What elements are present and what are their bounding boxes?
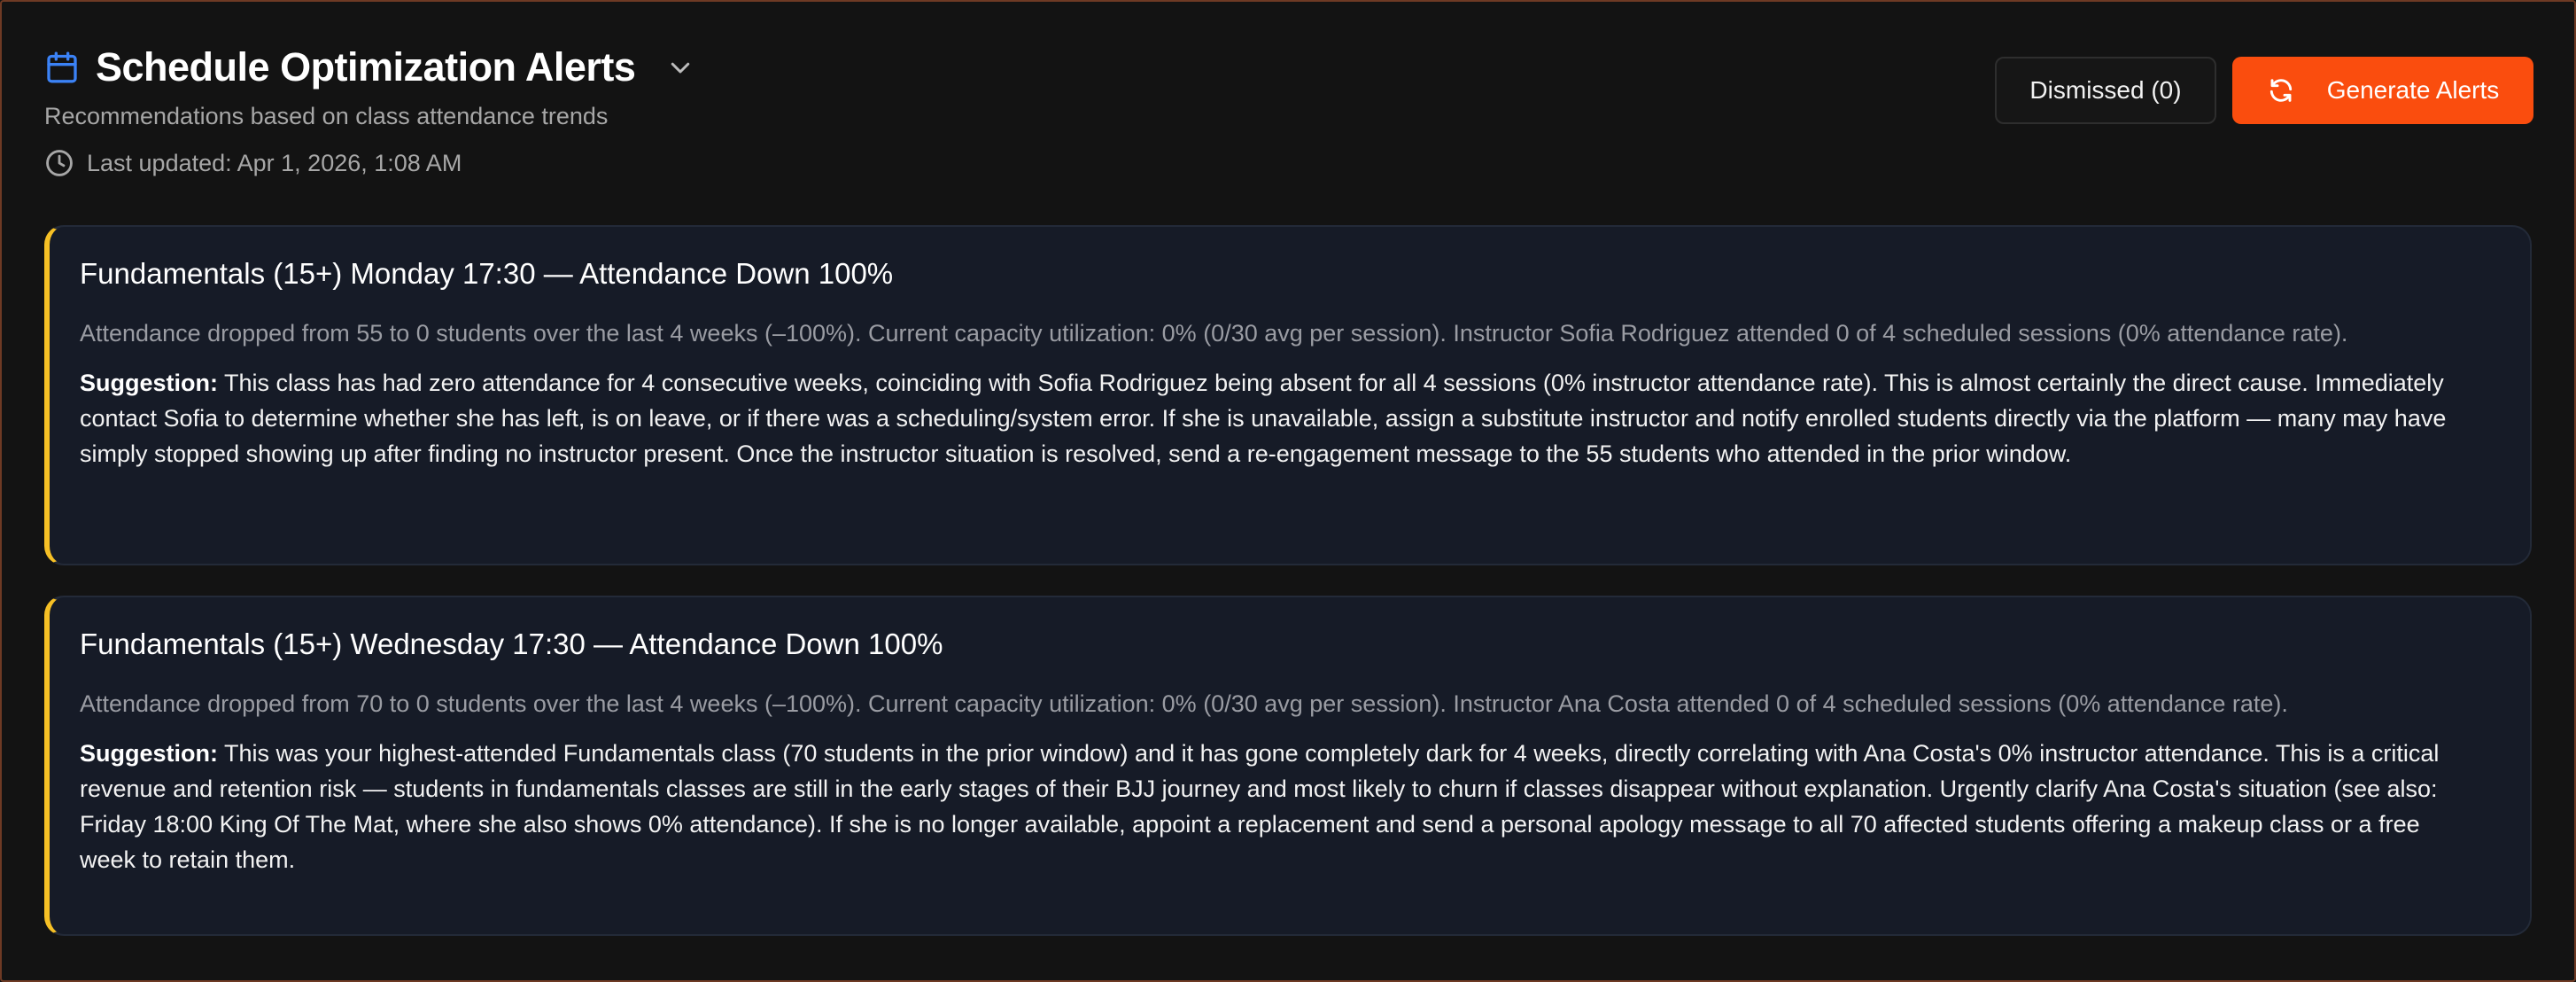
alert-suggestion: Suggestion: This was your highest-attend… xyxy=(80,736,2477,877)
title-row: Schedule Optimization Alerts xyxy=(44,41,694,94)
clock-icon xyxy=(44,148,74,178)
suggestion-label: Suggestion: xyxy=(80,740,218,767)
page-title: Schedule Optimization Alerts xyxy=(96,44,636,90)
calendar-icon xyxy=(44,50,80,85)
header-actions: Dismissed (0) Generate Alerts xyxy=(1995,57,2533,124)
alert-title: Fundamentals (15+) Wednesday 17:30 — Att… xyxy=(80,627,943,660)
dismissed-button-label: Dismissed (0) xyxy=(2029,76,2182,104)
last-updated: Last updated: Apr 1, 2026, 1:08 AM xyxy=(44,148,694,178)
chevron-down-icon[interactable] xyxy=(667,54,694,81)
generate-alerts-button[interactable]: Generate Alerts xyxy=(2232,57,2533,124)
alert-suggestion: Suggestion: This class has had zero atte… xyxy=(80,365,2477,472)
page-subtitle: Recommendations based on class attendanc… xyxy=(44,103,609,129)
suggestion-text: This class has had zero attendance for 4… xyxy=(80,370,2447,467)
panel-header: Schedule Optimization Alerts Recommendat… xyxy=(44,41,694,178)
suggestion-label: Suggestion: xyxy=(80,370,218,396)
alert-description: Attendance dropped from 55 to 0 students… xyxy=(80,320,2348,347)
alert-card: Fundamentals (15+) Monday 17:30 — Attend… xyxy=(44,225,2532,565)
refresh-icon xyxy=(2267,76,2295,105)
alert-description: Attendance dropped from 70 to 0 students… xyxy=(80,690,2288,717)
suggestion-text: This was your highest-attended Fundament… xyxy=(80,740,2440,873)
dismissed-button[interactable]: Dismissed (0) xyxy=(1995,57,2216,124)
alert-title: Fundamentals (15+) Monday 17:30 — Attend… xyxy=(80,257,894,290)
generate-alerts-button-label: Generate Alerts xyxy=(2326,76,2500,104)
alert-card: Fundamentals (15+) Wednesday 17:30 — Att… xyxy=(44,596,2532,936)
last-updated-text: Last updated: Apr 1, 2026, 1:08 AM xyxy=(87,149,462,176)
